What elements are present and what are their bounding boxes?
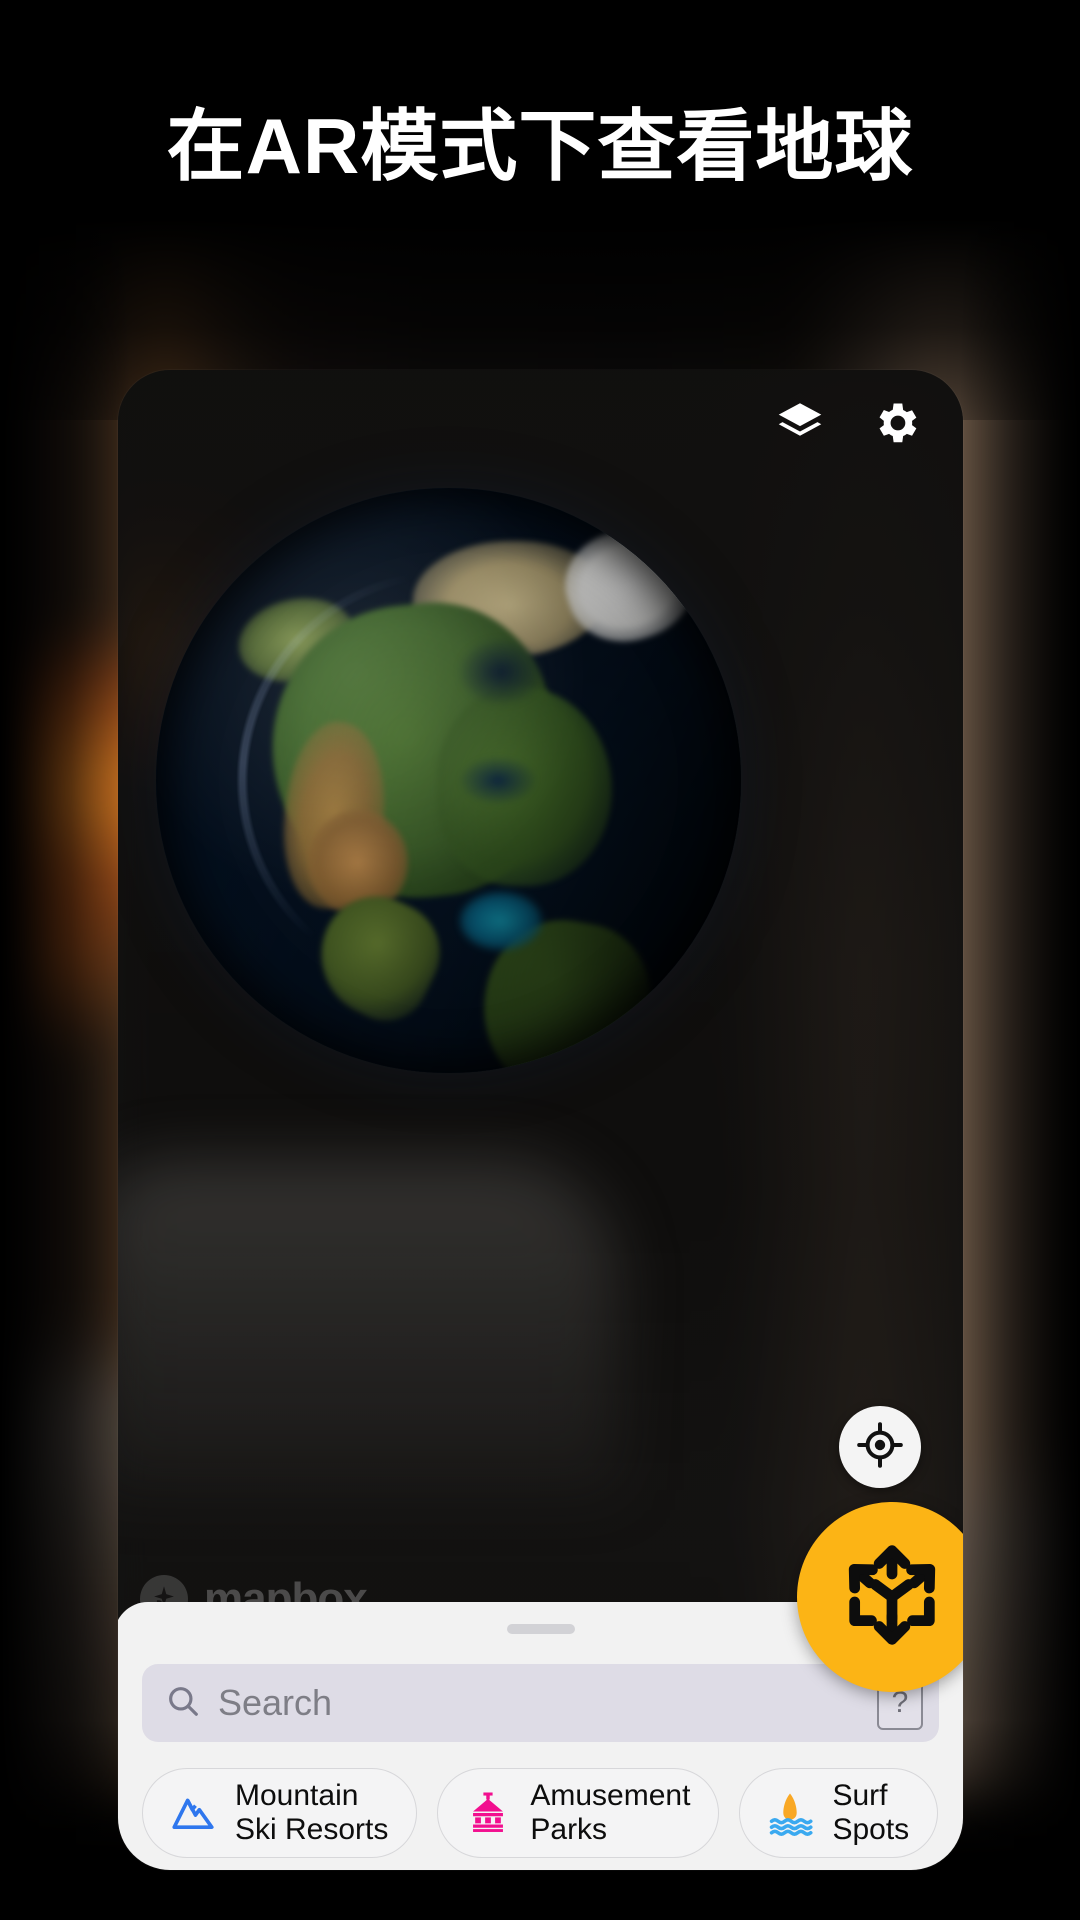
page-root: 在AR模式下查看地球 mapbox Search ? Mountain Ski … <box>0 0 1080 1920</box>
chip-mountain-ski-resorts[interactable]: Mountain Ski Resorts <box>142 1768 418 1858</box>
surf-icon <box>766 1789 814 1837</box>
chip-label: Mountain Ski Resorts <box>235 1779 389 1846</box>
search-input[interactable]: Search <box>218 1682 861 1724</box>
map-top-controls <box>773 398 923 452</box>
gear-icon <box>870 397 922 454</box>
page-title: 在AR模式下查看地球 <box>166 102 914 190</box>
ar-camera-couch <box>118 1160 618 1490</box>
phone-frame: mapbox Search ? Mountain Ski Resorts Amu… <box>118 370 963 1870</box>
crosshair-icon <box>856 1421 904 1474</box>
search-bar[interactable]: Search ? <box>142 1664 939 1742</box>
chip-surf-spots[interactable]: Surf Spots <box>739 1768 939 1858</box>
carousel-icon <box>464 1789 512 1837</box>
category-chip-list[interactable]: Mountain Ski Resorts Amusement Parks Sur… <box>142 1768 963 1858</box>
layers-icon <box>775 398 825 453</box>
ar-globe[interactable] <box>156 488 741 1073</box>
background-top-fade <box>0 0 1080 420</box>
chip-label: Surf Spots <box>832 1779 910 1846</box>
sheet-drag-handle[interactable] <box>506 1624 575 1634</box>
locate-button[interactable] <box>839 1406 921 1488</box>
settings-button[interactable] <box>869 398 923 452</box>
chip-label: Amusement Parks <box>530 1779 691 1846</box>
globe-sphere <box>156 488 741 1073</box>
search-icon <box>164 1682 202 1725</box>
chip-amusement-parks[interactable]: Amusement Parks <box>437 1768 720 1858</box>
background-left-fade <box>0 0 130 1920</box>
background-right-fade <box>960 0 1080 1920</box>
layers-button[interactable] <box>773 398 827 452</box>
ar-cube-icon <box>836 1539 948 1656</box>
mountain-icon <box>169 1789 217 1837</box>
globe-rim-light <box>156 488 741 1073</box>
